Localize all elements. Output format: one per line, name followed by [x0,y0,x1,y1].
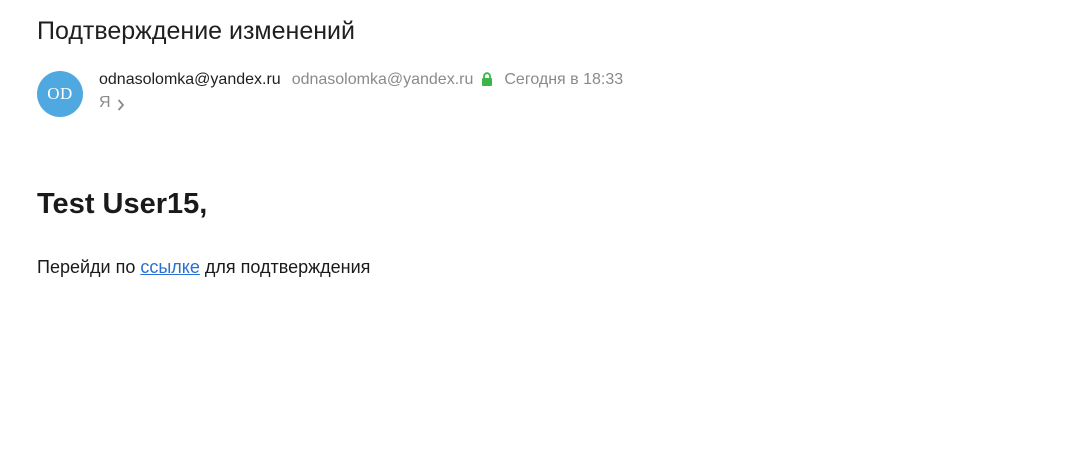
recipient-label: Я [99,94,111,111]
lock-icon [481,72,493,86]
recipient-toggle[interactable]: Я [99,91,623,115]
email-body-text: Перейди по ссылке для подтверждения [37,255,370,279]
email-meta: odnasolomka@yandex.ru odnasolomka@yandex… [99,69,623,115]
body-text-before-link: Перейди по [37,257,141,277]
sender-line: odnasolomka@yandex.ru odnasolomka@yandex… [99,69,623,91]
body-text-after-link: для подтверждения [199,257,371,277]
email-date: Сегодня в 18:33 [504,71,624,88]
confirmation-link[interactable]: ссылке [140,257,200,277]
sender-email[interactable]: odnasolomka@yandex.ru [292,71,474,89]
email-subject: Подтверждение изменений [37,17,355,45]
sender-name[interactable]: odnasolomka@yandex.ru [99,71,281,89]
sender-avatar[interactable]: OD [37,71,83,117]
email-greeting: Test User15, [37,188,208,220]
chevron-right-icon [117,98,125,111]
